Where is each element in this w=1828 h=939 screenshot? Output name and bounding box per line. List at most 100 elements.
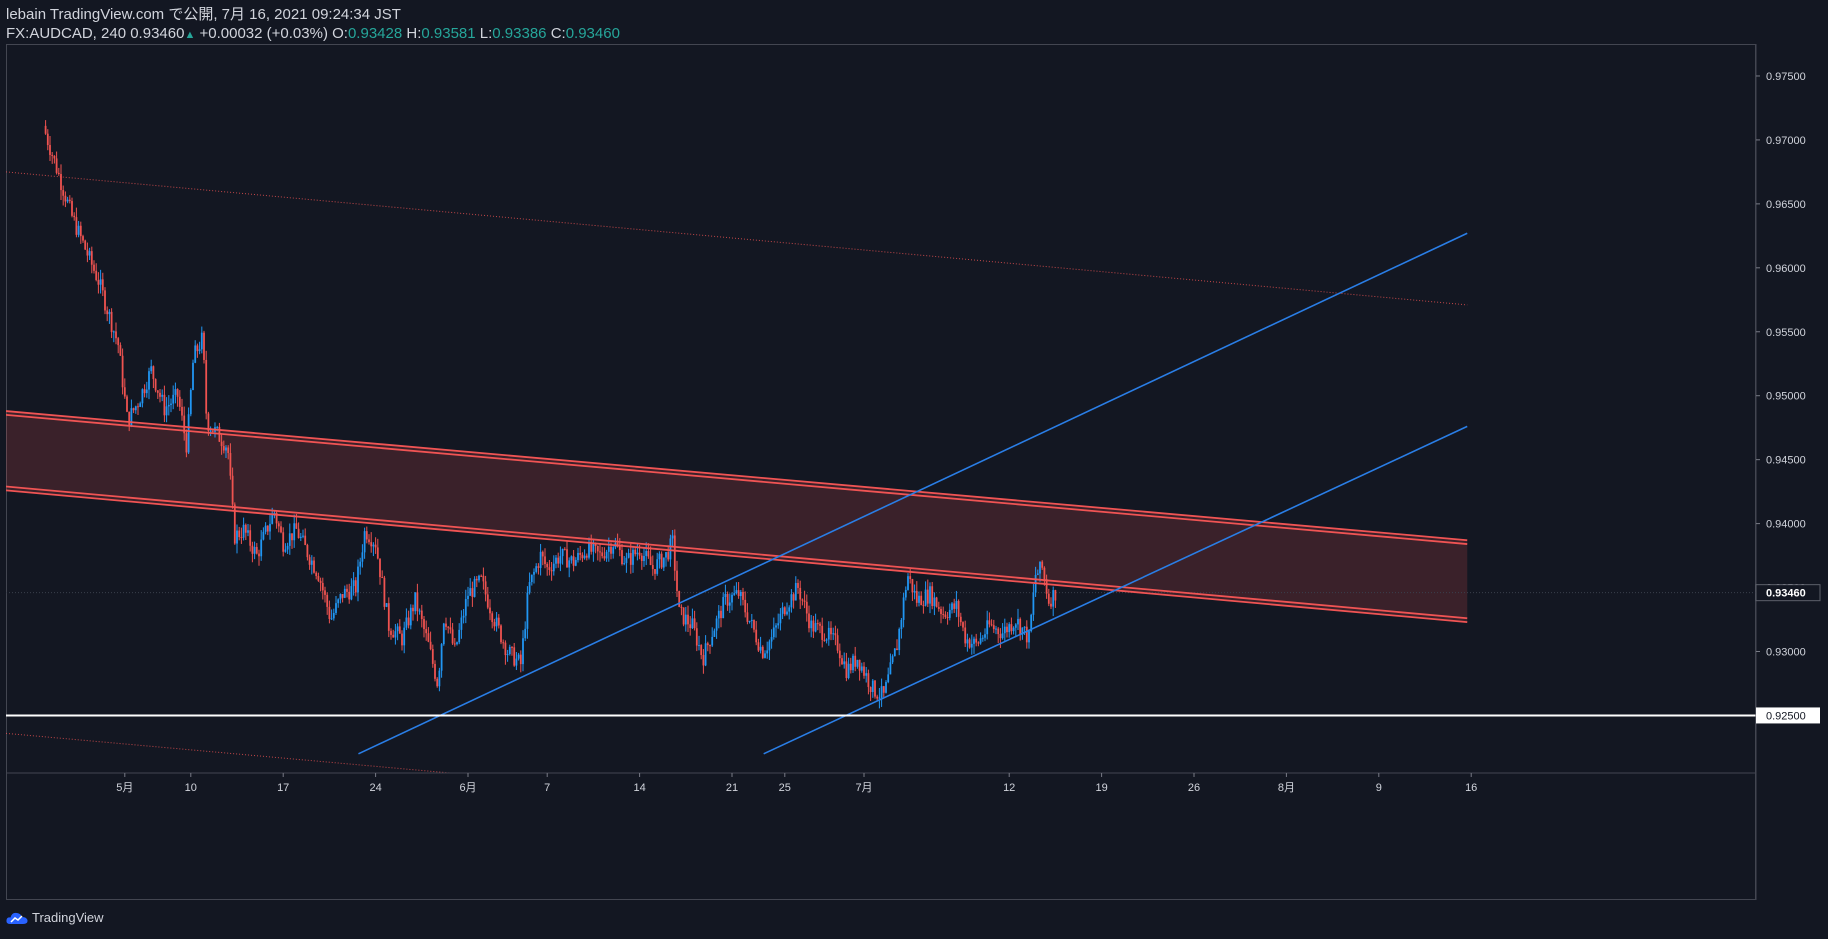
candle (464, 589, 467, 624)
candle (330, 609, 333, 621)
candle (733, 585, 736, 596)
candle-body (977, 642, 980, 644)
candle-body (583, 555, 586, 559)
candle (585, 553, 588, 561)
candle (803, 590, 806, 609)
candle-body (396, 626, 399, 632)
candle-body (563, 548, 566, 550)
candle-body (676, 570, 678, 591)
candle-body (181, 406, 183, 416)
candle-body (667, 552, 670, 560)
candle (167, 395, 170, 416)
candle-body (387, 603, 390, 631)
candle-body (568, 560, 571, 568)
candle (346, 584, 348, 598)
candle (583, 549, 586, 560)
candle (123, 378, 126, 399)
candle-body (557, 557, 560, 564)
x-tick-label: 5月 (116, 782, 133, 794)
candle-body (249, 530, 252, 546)
candle (973, 636, 975, 654)
candle-body (651, 565, 654, 570)
candle-body (178, 396, 181, 407)
candle-body (561, 548, 564, 557)
candle (891, 654, 894, 665)
candle-body (896, 648, 898, 651)
candle (438, 667, 441, 692)
candle (535, 563, 538, 574)
candle (832, 627, 835, 640)
candle (1028, 629, 1030, 649)
candle-body (1019, 618, 1022, 635)
candle-body (522, 638, 524, 665)
candle-body (436, 678, 439, 687)
candle (284, 543, 287, 553)
candle (57, 167, 60, 176)
candle-body (187, 414, 190, 453)
candle (165, 397, 168, 423)
candle (405, 608, 408, 631)
candle (700, 644, 703, 660)
candle (823, 633, 826, 642)
candle (907, 573, 909, 591)
candle (779, 608, 782, 631)
candle-body (352, 580, 355, 587)
candle-body (900, 619, 903, 630)
candle (484, 575, 487, 602)
candle (1010, 617, 1013, 635)
candle-body (99, 279, 102, 285)
candle (489, 599, 491, 621)
candle (236, 524, 238, 554)
candle (781, 602, 784, 620)
candle (161, 389, 164, 402)
candle (581, 552, 584, 563)
candle (436, 677, 439, 688)
candle-body (222, 446, 225, 451)
candle (940, 606, 942, 624)
candle (249, 524, 252, 552)
candle (414, 592, 417, 615)
candle (735, 582, 738, 595)
candle (299, 533, 302, 542)
candle (200, 326, 203, 354)
candle-body (744, 599, 747, 613)
candle-body (788, 607, 791, 612)
candle (71, 197, 73, 218)
candle-body (922, 605, 925, 607)
candle-body (854, 655, 857, 667)
candle-body (847, 663, 850, 679)
candle (423, 616, 425, 638)
candle (460, 610, 463, 639)
candle-body (328, 606, 331, 619)
candle-body (1014, 624, 1017, 628)
candle (678, 590, 681, 608)
candle-body (262, 531, 265, 540)
candle-body (324, 590, 326, 595)
candle-body (163, 394, 166, 416)
dotted-channel-top[interactable] (6, 171, 1468, 306)
candle-body (343, 588, 346, 598)
candle (913, 584, 916, 600)
price-chart[interactable]: 0.97500 0.97000 0.96500 0.96000 0.95500 0.950… (0, 0, 1828, 939)
candle (46, 129, 49, 151)
candle-body (200, 332, 203, 350)
candle-body (493, 622, 496, 627)
tradingview-brand[interactable]: TradingView (6, 910, 104, 925)
candle-body (574, 560, 577, 566)
candle (357, 559, 359, 602)
candle-body (480, 575, 483, 577)
candle (286, 542, 289, 554)
candle (746, 603, 749, 625)
candle (486, 586, 489, 610)
candle (799, 580, 802, 609)
candle (845, 652, 848, 682)
candle-body (957, 601, 960, 617)
candle-body (783, 607, 786, 615)
candle-body (838, 650, 841, 659)
candle-body (84, 240, 87, 250)
dotted-channel-bottom[interactable] (6, 732, 1467, 863)
candle-body (621, 550, 623, 565)
candle-body (946, 616, 949, 618)
candle (869, 686, 872, 702)
candle (1001, 623, 1004, 640)
